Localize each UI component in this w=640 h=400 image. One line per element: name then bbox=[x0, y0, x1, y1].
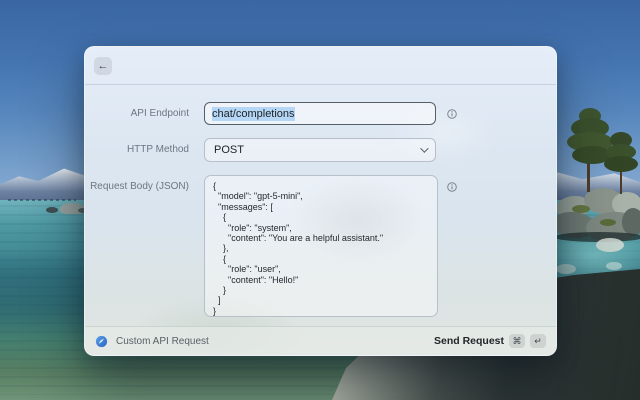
request-body-label: Request Body (JSON) bbox=[90, 181, 189, 192]
wallpaper-rock-small bbox=[46, 207, 58, 213]
extension-icon bbox=[95, 335, 108, 347]
form-row-request-body: Request Body (JSON) { "model": "gpt-5-mi… bbox=[85, 175, 556, 317]
custom-api-request-dialog: ← API Endpoint chat/completions HTTP Met… bbox=[84, 46, 557, 356]
http-method-label: HTTP Method bbox=[126, 144, 189, 155]
api-endpoint-label: API Endpoint bbox=[130, 108, 189, 119]
chevron-down-icon bbox=[420, 144, 429, 153]
wallpaper-granite-boulder bbox=[622, 208, 640, 236]
dialog-footer: Custom API Request Send Request ⌘ ↵ bbox=[85, 326, 556, 355]
info-icon[interactable] bbox=[447, 109, 457, 119]
wallpaper-submerged-rock bbox=[596, 238, 624, 252]
back-button[interactable]: ← bbox=[94, 56, 112, 75]
send-request-button[interactable]: Send Request ⌘ ↵ bbox=[434, 334, 546, 348]
send-request-label: Send Request bbox=[433, 335, 504, 347]
wallpaper-submerged-rock bbox=[556, 264, 576, 274]
http-method-value: POST bbox=[214, 144, 244, 156]
http-method-select[interactable]: POST bbox=[204, 138, 436, 162]
request-body-textarea[interactable]: { "model": "gpt-5-mini", "messages": [ {… bbox=[204, 175, 438, 317]
wallpaper-shore-bush bbox=[572, 205, 590, 213]
back-arrow-icon: ← bbox=[97, 59, 109, 72]
return-key-icon: ↵ bbox=[530, 334, 546, 348]
request-form: API Endpoint chat/completions HTTP Metho… bbox=[85, 85, 556, 317]
form-row-api-endpoint: API Endpoint chat/completions bbox=[85, 102, 556, 125]
command-key-icon: ⌘ bbox=[509, 334, 525, 348]
form-row-http-method: HTTP Method POST bbox=[85, 138, 556, 162]
wallpaper-shore-bush bbox=[600, 219, 616, 226]
api-endpoint-input[interactable]: chat/completions bbox=[204, 102, 436, 125]
wallpaper-distant-pier bbox=[8, 199, 76, 201]
dialog-header: ← bbox=[85, 47, 556, 85]
api-endpoint-value: chat/completions bbox=[212, 106, 295, 121]
extension-title: Custom API Request bbox=[116, 335, 209, 347]
pine-tree-canopy bbox=[604, 156, 638, 172]
info-icon[interactable] bbox=[447, 182, 457, 192]
wallpaper-submerged-rock bbox=[606, 262, 622, 270]
